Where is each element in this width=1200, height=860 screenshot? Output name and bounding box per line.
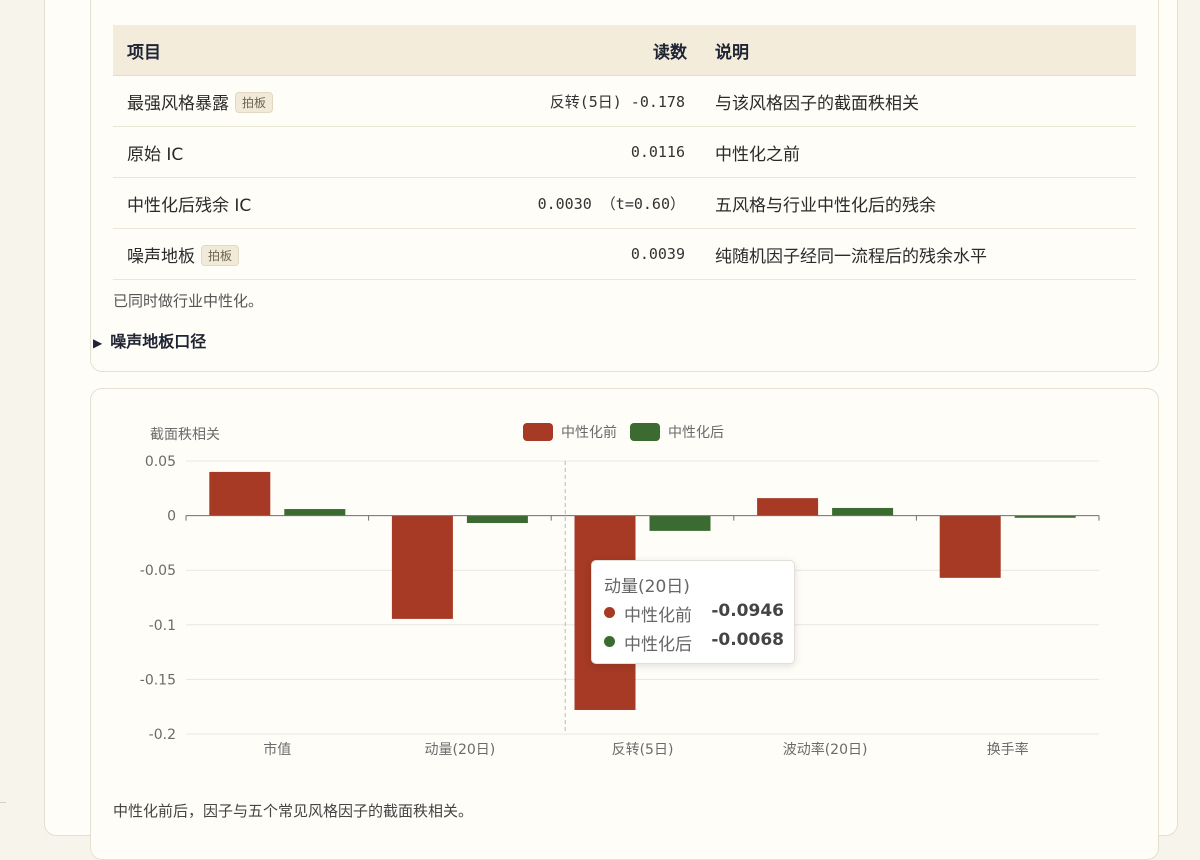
row-item-cell: 噪声地板 拍板 [113,228,431,280]
bar-0-1 [391,515,453,619]
row-item-cell: 中性化后残余 IC [113,177,431,229]
chart-tooltip: 动量(20日) 中性化前 -0.0946 中性化后 -0.0068 [591,560,795,664]
x-tick-label: 市值 [263,741,291,758]
bar-1-0 [284,509,346,516]
row-reading: 0.0039 [431,228,701,280]
y-tick-label: -0.1 [149,618,176,634]
table-row: 噪声地板 拍板 0.0039 纯随机因子经同一流程后的残余水平 [113,228,1136,280]
x-tick-label: 反转(5日) [612,742,674,758]
bar-1-1 [466,515,528,524]
tooltip-series-name: 中性化前 [624,606,692,626]
header-item: 项目 [113,25,431,76]
noise-floor-details-toggle[interactable]: ▶ 噪声地板口径 [93,328,206,352]
series-dot-icon [604,607,615,618]
bar-0-0 [209,471,271,516]
row-item-cell: 原始 IC [113,126,431,178]
y-tick-label: 0 [167,509,176,525]
row-reading: 0.0030 （t=0.60） [431,177,701,229]
tooltip-value: -0.0068 [711,630,784,650]
legend-swatch [523,423,553,441]
y-axis-title: 截面秩相关 [150,427,220,443]
table-row: 最强风格暴露 拍板 反转(5日) -0.178 与该风格因子的截面秩相关 [113,75,1136,127]
y-tick-label: -0.15 [140,672,176,688]
series-dot-icon [604,636,615,647]
tooltip-title: 动量(20日) [604,577,690,597]
y-tick-label: -0.2 [149,727,176,743]
summary-table: 项目 读数 说明 最强风格暴露 拍板 反转(5日) -0.178 与该风格因子的截… [113,25,1136,280]
neutralization-note: 已同时做行业中性化。 [113,292,264,310]
legend-label: 中性化后 [668,425,724,441]
row-item-label: 噪声地板 [127,246,195,267]
tooltip-series-name: 中性化后 [624,635,692,655]
row-item-label: 原始 IC [127,144,184,165]
bar-0-3 [757,498,819,516]
decision-badge: 拍板 [235,91,274,113]
row-reading: 0.0116 [431,126,701,178]
header-reading: 读数 [431,25,701,76]
table-row: 原始 IC 0.0116 中性化之前 [113,126,1136,178]
x-tick-label: 动量(20日) [425,742,496,758]
table-header-row: 项目 读数 说明 [113,25,1136,76]
row-item-label: 中性化后残余 IC [127,195,252,216]
disclosure-triangle-icon: ▶ [93,336,103,350]
y-tick-label: 0.05 [145,454,176,470]
row-item-cell: 最强风格暴露 拍板 [113,75,431,127]
tooltip-value: -0.0946 [711,601,784,621]
row-description: 五风格与行业中性化后的残余 [701,177,1136,229]
tooltip-row: 中性化后 -0.0068 [604,630,784,655]
row-description: 纯随机因子经同一流程后的残余水平 [701,228,1136,280]
tooltip-row: 中性化前 -0.0946 [604,601,784,626]
table-row: 中性化后残余 IC 0.0030 （t=0.60） 五风格与行业中性化后的残余 [113,177,1136,229]
legend-label: 中性化前 [561,424,617,441]
chart-caption: 中性化前后，因子与五个常见风格因子的截面秩相关。 [113,802,474,820]
x-tick-label: 换手率 [987,741,1029,758]
bar-1-2 [649,515,711,531]
details-label: 噪声地板口径 [110,332,207,351]
legend-swatch [630,423,660,441]
header-description: 说明 [701,25,1136,76]
row-description: 中性化之前 [701,126,1136,178]
row-item-label: 最强风格暴露 [127,93,229,114]
edge-mark [0,802,6,803]
row-reading: 反转(5日) -0.178 [431,75,701,127]
bar-0-4 [939,515,1001,578]
decision-badge: 拍板 [201,244,240,266]
y-tick-label: -0.05 [140,563,176,579]
bar-1-3 [832,507,894,516]
row-description: 与该风格因子的截面秩相关 [701,75,1136,127]
x-tick-label: 波动率(20日) [783,741,868,758]
